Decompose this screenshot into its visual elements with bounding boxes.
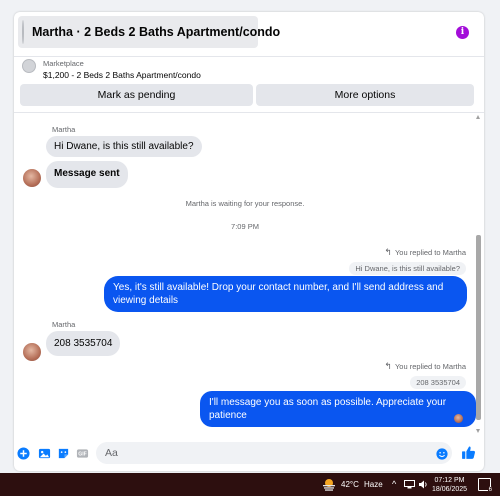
reply-meta-text: You replied to Martha	[394, 248, 466, 257]
listing-summary[interactable]: Marketplace $1,200 - 2 Beds 2 Baths Apar…	[22, 59, 201, 80]
outgoing-message[interactable]: I'll message you as soon as possible. Ap…	[200, 391, 476, 427]
scroll-thumb[interactable]	[476, 235, 481, 420]
reply-icon: ↰	[384, 361, 392, 371]
sender-name: Martha	[52, 320, 76, 329]
waiting-notice: Martha is waiting for your response.	[185, 199, 305, 208]
reply-meta-text: You replied to Martha	[394, 362, 466, 371]
listing-source: Marketplace	[43, 59, 84, 68]
reply-icon: ↰	[384, 247, 392, 257]
listing-divider	[14, 112, 484, 113]
mark-as-pending-button[interactable]: Mark as pending	[20, 84, 253, 106]
incoming-message[interactable]: Message sent	[46, 161, 128, 188]
message-thread: Martha Hi Dwane, is this still available…	[14, 115, 476, 433]
more-options-button[interactable]: More options	[256, 84, 474, 106]
chat-header[interactable]: Martha · 2 Beds 2 Baths Apartment/condo	[18, 16, 280, 48]
weather-condition[interactable]: Haze	[364, 473, 383, 496]
clock-date: 18/06/2025	[432, 486, 468, 493]
plus-circle-icon[interactable]	[17, 447, 30, 460]
svg-text:GIF: GIF	[78, 452, 87, 458]
network-icon[interactable]	[404, 480, 415, 489]
quoted-message[interactable]: 208 3535704	[410, 376, 466, 389]
quoted-message[interactable]: Hi Dwane, is this still available?	[349, 262, 466, 275]
listing-thumbnail	[22, 20, 24, 44]
gif-icon[interactable]: GIF	[76, 447, 89, 460]
clock-time: 07:12 PM	[434, 477, 465, 484]
header-divider	[14, 56, 484, 57]
volume-icon[interactable]	[418, 480, 428, 489]
notification-center-icon[interactable]: 6	[478, 478, 493, 493]
thread-scrollbar[interactable]	[476, 115, 481, 433]
outgoing-message[interactable]: Yes, it's still available! Drop your con…	[104, 276, 467, 312]
sender-name: Martha	[52, 125, 76, 134]
chat-title: Martha · 2 Beds 2 Baths Apartment/condo	[32, 25, 281, 39]
message-input[interactable]	[96, 442, 452, 464]
message-input-container	[96, 442, 452, 464]
messenger-window: Martha · 2 Beds 2 Baths Apartment/condo …	[14, 12, 484, 471]
seen-avatar	[454, 414, 463, 423]
incoming-message[interactable]: Hi Dwane, is this still available?	[46, 136, 202, 157]
image-icon[interactable]	[38, 447, 51, 460]
info-icon[interactable]: i	[456, 26, 469, 39]
listing-thumbnail-small	[22, 59, 36, 73]
avatar[interactable]	[23, 343, 41, 361]
listing-price-title: $1,200 - 2 Beds 2 Baths Apartment/condo	[43, 70, 201, 80]
scroll-down-arrow-icon[interactable]	[476, 429, 480, 433]
reply-meta: ↰ You replied to Martha	[384, 361, 466, 372]
haze-weather-icon[interactable]	[322, 478, 336, 491]
temperature[interactable]: 42°C	[341, 473, 359, 496]
chevron-up-icon[interactable]: ^	[392, 473, 396, 496]
windows-taskbar: 42°C Haze ^ 07:12 PM 18/06/2025 6	[0, 473, 500, 496]
system-clock[interactable]: 07:12 PM 18/06/2025	[432, 476, 467, 494]
sticker-icon[interactable]	[57, 447, 70, 460]
scroll-up-arrow-icon[interactable]	[476, 115, 480, 119]
incoming-message[interactable]: 208 3535704	[46, 331, 121, 356]
reply-meta: ↰ You replied to Martha	[384, 247, 466, 258]
avatar[interactable]	[23, 169, 41, 187]
notification-count: 6	[487, 487, 493, 493]
timestamp: 7:09 PM	[231, 222, 259, 231]
message-composer: GIF	[14, 434, 484, 471]
thumbs-up-icon[interactable]	[461, 445, 476, 460]
emoji-icon[interactable]	[436, 448, 448, 460]
